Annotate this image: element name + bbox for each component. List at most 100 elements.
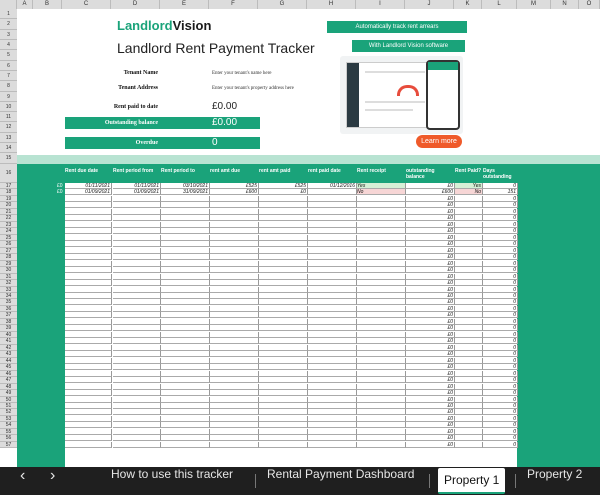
cell-paid[interactable]	[455, 402, 483, 409]
cell-amt-paid[interactable]	[259, 370, 308, 377]
cell-balance[interactable]: £0	[406, 312, 455, 319]
cell-receipt[interactable]	[357, 292, 406, 299]
cell-amt-paid[interactable]	[259, 402, 308, 409]
cell-from[interactable]	[113, 435, 161, 442]
cell-amt-due[interactable]	[210, 267, 259, 274]
cell-to[interactable]	[161, 377, 210, 384]
cell-from[interactable]	[113, 396, 161, 403]
cell-paid-date[interactable]	[308, 357, 357, 364]
cell-from[interactable]	[113, 351, 161, 358]
cell-paid[interactable]	[455, 409, 483, 416]
cell-receipt[interactable]: Yes	[357, 183, 406, 189]
cell-to[interactable]	[161, 370, 210, 377]
learn-more-button[interactable]: Learn more	[416, 135, 462, 148]
cell-from[interactable]	[113, 344, 161, 351]
cell-amt-due[interactable]	[210, 383, 259, 390]
cell-paid-date[interactable]	[308, 364, 357, 371]
tenant-name-value[interactable]: Enter your tenant's name here	[212, 71, 272, 76]
cell-days[interactable]: 0	[483, 409, 518, 416]
row-header-3[interactable]: 3	[0, 29, 17, 40]
cell-days[interactable]: 0	[483, 377, 518, 384]
cell-due[interactable]	[65, 396, 112, 403]
cell-from[interactable]	[113, 428, 161, 435]
cell-amt-due[interactable]	[210, 428, 259, 435]
cell-from[interactable]	[113, 208, 161, 215]
tab-how-to-use[interactable]: How to use this tracker	[111, 467, 233, 495]
cell-from[interactable]	[113, 305, 161, 312]
cell-paid[interactable]	[455, 254, 483, 261]
cell-receipt[interactable]	[357, 254, 406, 261]
cell-balance[interactable]: £0	[406, 299, 455, 306]
cell-days[interactable]: 0	[483, 267, 518, 274]
cell-due[interactable]	[65, 331, 112, 338]
cell-due[interactable]	[65, 370, 112, 377]
cell-to[interactable]	[161, 221, 210, 228]
cell-receipt[interactable]	[357, 221, 406, 228]
cell-receipt[interactable]	[357, 370, 406, 377]
cell-balance[interactable]: £0	[406, 396, 455, 403]
cell-paid[interactable]	[455, 273, 483, 280]
cell-amt-due[interactable]	[210, 195, 259, 202]
cell-paid[interactable]	[455, 344, 483, 351]
cell-paid[interactable]	[455, 241, 483, 248]
cell-amt-paid[interactable]	[259, 280, 308, 287]
cell-due[interactable]	[65, 325, 112, 332]
cell-receipt[interactable]	[357, 267, 406, 274]
cell-paid[interactable]	[455, 195, 483, 202]
cell-balance[interactable]: £0	[406, 338, 455, 345]
cell-due[interactable]	[65, 409, 112, 416]
cell-paid[interactable]	[455, 377, 483, 384]
row-header-15[interactable]: 15	[0, 153, 17, 164]
cell-amt-due[interactable]	[210, 377, 259, 384]
column-header-j[interactable]: J	[405, 0, 454, 9]
cell-to[interactable]: 03/10/2021	[161, 183, 210, 189]
cell-paid-date[interactable]	[308, 254, 357, 261]
cell-receipt[interactable]	[357, 241, 406, 248]
cell-from[interactable]	[113, 247, 161, 254]
cell-paid-date[interactable]	[308, 377, 357, 384]
cell-from[interactable]	[113, 267, 161, 274]
cell-from[interactable]	[113, 234, 161, 241]
row-header-14[interactable]: 14	[0, 143, 17, 154]
cell-receipt[interactable]	[357, 280, 406, 287]
cell-from[interactable]	[113, 202, 161, 209]
cell-amt-paid[interactable]	[259, 312, 308, 319]
row-header-5[interactable]: 5	[0, 50, 17, 61]
cell-balance[interactable]: £0	[406, 234, 455, 241]
cell-amt-paid[interactable]	[259, 267, 308, 274]
cell-paid[interactable]	[455, 208, 483, 215]
cell-amt-due[interactable]	[210, 292, 259, 299]
cell-amt-paid[interactable]	[259, 254, 308, 261]
cell-to[interactable]	[161, 202, 210, 209]
cell-balance[interactable]: £0	[406, 260, 455, 267]
cell-paid[interactable]	[455, 422, 483, 429]
cell-paid[interactable]	[455, 441, 483, 448]
cell-paid-date[interactable]	[308, 215, 357, 222]
row-header-2[interactable]: 2	[0, 19, 17, 30]
tab-property-2[interactable]: Property 2	[527, 467, 582, 495]
cell-paid-date[interactable]	[308, 312, 357, 319]
cell-days[interactable]: 0	[483, 422, 518, 429]
cell-from[interactable]	[113, 215, 161, 222]
cell-from[interactable]	[113, 318, 161, 325]
cell-receipt[interactable]	[357, 428, 406, 435]
cell-paid-date[interactable]	[308, 208, 357, 215]
cell-paid-date[interactable]	[308, 241, 357, 248]
cell-paid[interactable]	[455, 280, 483, 287]
cell-balance[interactable]: £600	[406, 189, 455, 196]
cell-paid-date[interactable]	[308, 305, 357, 312]
cell-due[interactable]	[65, 221, 112, 228]
cell-paid-date[interactable]	[308, 286, 357, 293]
column-header-n[interactable]: N	[551, 0, 579, 9]
cell-to[interactable]	[161, 228, 210, 235]
cell-days[interactable]: 0	[483, 357, 518, 364]
cell-amt-paid[interactable]	[259, 383, 308, 390]
cell-from[interactable]	[113, 221, 161, 228]
column-header-h[interactable]: H	[307, 0, 356, 9]
cell-balance[interactable]: £0	[406, 428, 455, 435]
cell-balance[interactable]: £0	[406, 280, 455, 287]
cell-receipt[interactable]	[357, 383, 406, 390]
cell-amt-due[interactable]	[210, 215, 259, 222]
cell-paid-date[interactable]	[308, 202, 357, 209]
cell-balance[interactable]: £0	[406, 415, 455, 422]
